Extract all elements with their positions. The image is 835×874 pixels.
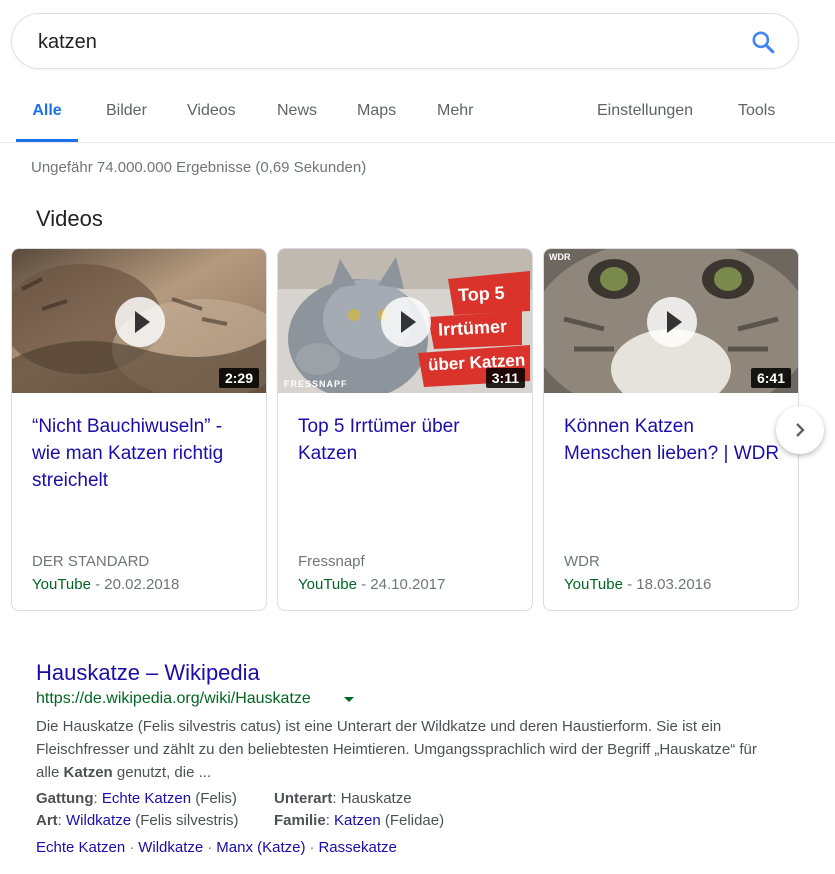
attribute-extra: (Felis) <box>191 790 237 807</box>
video-thumbnail[interactable]: WDR 6:41 <box>544 249 798 393</box>
play-icon[interactable] <box>381 297 431 347</box>
video-date: - 20.02.2018 <box>90 576 180 593</box>
result-title-link[interactable]: Hauskatze – Wikipedia <box>36 660 260 686</box>
search-bar[interactable] <box>11 13 799 69</box>
video-thumbnail[interactable]: Top 5 Irrtümer über Katzen FRESSNAPF 3:1… <box>278 249 532 393</box>
video-date: - 24.10.2017 <box>356 576 446 593</box>
attribute-familie: Familie: Katzen (Felidae) <box>274 812 445 829</box>
video-title-link[interactable]: Können Katzen Menschen lieben? | WDR <box>564 413 784 467</box>
separator: · <box>207 839 213 856</box>
attribute-art: Art: Wildkatze (Felis silvestris) <box>36 812 239 829</box>
thumbnail-watermark: FRESSNAPF <box>284 379 348 389</box>
search-input[interactable] <box>36 26 720 58</box>
result-stats: Ungefähr 74.000.000 Ergebnisse (0,69 Sek… <box>31 159 367 176</box>
tab-bilder[interactable]: Bilder <box>106 102 147 142</box>
carousel-next-button[interactable] <box>776 406 824 454</box>
chevron-right-icon <box>796 423 805 437</box>
result-snippet: Die Hauskatze (Felis silvestris catus) i… <box>36 715 766 784</box>
attribute-label: Gattung <box>36 790 94 807</box>
video-card[interactable]: Top 5 Irrtümer über Katzen FRESSNAPF 3:1… <box>277 248 533 611</box>
attribute-gattung: Gattung: Echte Katzen (Felis) <box>36 790 237 807</box>
separator: · <box>129 839 135 856</box>
tab-alle[interactable]: Alle <box>16 102 78 142</box>
snippet-text: genutzt, die ... <box>112 764 212 781</box>
video-duration: 3:11 <box>485 368 525 388</box>
tab-mehr[interactable]: Mehr <box>437 102 473 142</box>
tab-tools[interactable]: Tools <box>738 102 775 142</box>
attribute-link[interactable]: Katzen <box>334 812 381 829</box>
video-thumbnail[interactable]: 2:29 <box>12 249 266 393</box>
caret-down-icon[interactable] <box>344 697 354 702</box>
video-source: Fressnapf <box>298 553 365 570</box>
tab-einstellungen[interactable]: Einstellungen <box>597 102 693 142</box>
related-link[interactable]: Rassekatze <box>318 839 396 856</box>
video-title-link[interactable]: Top 5 Irrtümer über Katzen <box>298 413 518 467</box>
attribute-extra: (Felidae) <box>380 812 445 829</box>
video-platform: YouTube <box>298 576 357 593</box>
video-title-link[interactable]: “Nicht Bauchiwuseln” - wie man Katzen ri… <box>32 413 252 494</box>
video-card[interactable]: WDR 6:41 Können Katzen Menschen lieben? … <box>543 248 799 611</box>
videos-heading: Videos <box>36 206 103 231</box>
play-icon[interactable] <box>647 297 697 347</box>
attribute-unterart: Unterart: Hauskatze <box>274 790 412 807</box>
result-url: https://de.wikipedia.org/wiki/Hauskatze <box>36 690 311 707</box>
video-meta: YouTube - 24.10.2017 <box>298 576 445 593</box>
video-duration: 6:41 <box>750 368 791 388</box>
video-source: WDR <box>564 553 600 570</box>
video-date: - 18.03.2016 <box>622 576 712 593</box>
attribute-extra: (Felis silvestris) <box>131 812 239 829</box>
related-link[interactable]: Wildkatze <box>138 839 203 856</box>
play-icon[interactable] <box>115 297 165 347</box>
video-source: DER STANDARD <box>32 553 150 570</box>
video-platform: YouTube <box>564 576 623 593</box>
attribute-label: Art <box>36 812 58 829</box>
video-meta: YouTube - 20.02.2018 <box>32 576 179 593</box>
search-icon[interactable] <box>750 29 776 55</box>
video-meta: YouTube - 18.03.2016 <box>564 576 711 593</box>
snippet-bold: Katzen <box>63 764 113 781</box>
related-link[interactable]: Echte Katzen <box>36 839 125 856</box>
attribute-link[interactable]: Wildkatze <box>66 812 131 829</box>
thumbnail-overlay-text: Irrtümer <box>437 316 508 340</box>
video-platform: YouTube <box>32 576 91 593</box>
related-links: Echte Katzen · Wildkatze · Manx (Katze) · Rass… <box>36 839 397 856</box>
tab-videos[interactable]: Videos <box>187 102 236 142</box>
attribute-value: Hauskatze <box>336 790 412 807</box>
related-link[interactable]: Manx (Katze) <box>216 839 305 856</box>
separator: · <box>309 839 315 856</box>
video-card[interactable]: 2:29 “Nicht Bauchiwuseln” - wie man Katz… <box>11 248 267 611</box>
search-tabs: Alle Bilder Videos News Maps Mehr Einste… <box>0 90 835 143</box>
attribute-label: Familie <box>274 812 326 829</box>
thumbnail-overlay-text: Top 5 <box>457 282 506 306</box>
attribute-link[interactable]: Echte Katzen <box>102 790 191 807</box>
tab-maps[interactable]: Maps <box>357 102 396 142</box>
video-duration: 2:29 <box>218 368 259 388</box>
attribute-label: Unterart <box>274 790 333 807</box>
thumbnail-watermark: WDR <box>549 252 571 262</box>
tab-news[interactable]: News <box>277 102 317 142</box>
